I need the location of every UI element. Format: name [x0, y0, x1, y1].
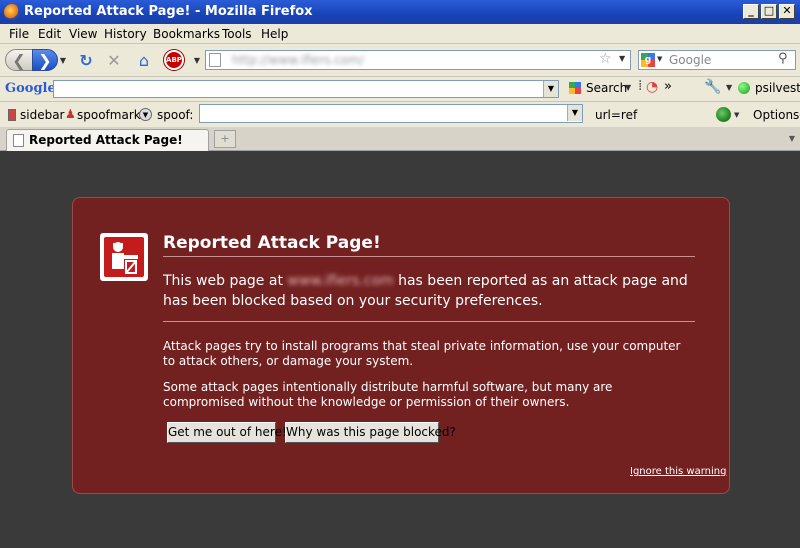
pagerank-icon[interactable]: ◔ — [646, 79, 658, 95]
attack-explanation: Attack pages try to install programs tha… — [163, 339, 681, 368]
message-divider — [163, 321, 695, 322]
urlref-button[interactable]: url=ref — [595, 108, 637, 122]
history-dropdown-icon[interactable]: ▼ — [58, 49, 68, 71]
home-button[interactable]: ⌂ — [133, 49, 155, 71]
menu-edit[interactable]: Edit — [38, 27, 61, 41]
search-dropdown-icon[interactable]: ▼ — [625, 83, 631, 92]
menu-history[interactable]: History — [104, 27, 147, 41]
new-tab-button[interactable]: + — [214, 130, 236, 148]
url-dropdown-icon[interactable]: ▼ — [619, 54, 625, 63]
globe-dropdown-icon[interactable]: ▼ — [734, 111, 739, 119]
spoofmark-button[interactable]: spoofmark — [77, 108, 141, 122]
adblock-button[interactable]: ABP — [163, 49, 185, 71]
spoof-down-icon[interactable]: ▼ — [139, 108, 152, 121]
warning-message: This web page at www.ifiers.com has been… — [163, 271, 703, 311]
reload-button[interactable]: ↻ — [76, 49, 96, 71]
menu-bar: File Edit View History Bookmarks Tools H… — [0, 24, 800, 44]
sidebar-icon — [8, 109, 16, 121]
menu-help[interactable]: Help — [261, 27, 288, 41]
google-search-icon — [569, 82, 581, 94]
back-button[interactable]: ❮ — [5, 49, 33, 71]
globe-icon[interactable] — [716, 107, 731, 122]
abp-dropdown-icon[interactable]: ▼ — [192, 49, 202, 71]
stop-button[interactable]: ✕ — [104, 49, 124, 71]
spoof-input[interactable]: ▼ — [199, 104, 583, 123]
blocked-site-url: www.ifiers.com — [287, 273, 394, 289]
menu-bookmarks[interactable]: Bookmarks — [153, 27, 220, 41]
search-placeholder: Google — [669, 53, 712, 67]
tab-reported-attack[interactable]: Reported Attack Page! — [6, 129, 209, 151]
options-button[interactable]: Options- — [753, 108, 800, 122]
maximize-button[interactable]: □ — [761, 4, 777, 19]
wrench-icon[interactable]: 🔧 — [704, 79, 721, 95]
title-bar: Reported Attack Page! - Mozilla Firefox … — [0, 0, 800, 24]
bookmark-star-icon[interactable]: ☆ — [599, 51, 612, 67]
search-icon[interactable]: ⚲ — [778, 51, 788, 66]
url-bar[interactable]: http://www.ifiers.com/ ☆ ▼ — [205, 50, 631, 70]
google-input-dropdown-icon[interactable]: ▼ — [543, 81, 558, 97]
status-icon — [738, 82, 750, 94]
firefox-icon — [4, 4, 20, 20]
search-bar[interactable]: g ▼ Google ⚲ — [638, 50, 796, 70]
user-account[interactable]: psilvest- — [755, 81, 800, 95]
tab-list-icon[interactable]: ▼ — [785, 130, 799, 148]
more-chevron-icon[interactable]: » — [664, 79, 672, 94]
spoof-input-dropdown-icon[interactable]: ▼ — [567, 105, 582, 121]
spoofmark-icon: ♟ — [65, 107, 76, 121]
menu-file[interactable]: File — [9, 27, 29, 41]
google-logo[interactable]: Google — [5, 81, 56, 96]
attack-warning-icon — [100, 233, 148, 281]
ignore-warning-link[interactable]: Ignore this warning — [630, 466, 726, 477]
abp-icon: ABP — [164, 50, 184, 70]
google-search-input[interactable]: ▼ — [53, 80, 559, 98]
sidebar-button[interactable]: sidebar — [20, 108, 65, 122]
page-icon — [209, 53, 221, 67]
google-engine-icon[interactable]: g — [641, 53, 655, 67]
forward-button[interactable]: ❯ — [32, 49, 58, 71]
get-me-out-button[interactable]: Get me out of here! — [167, 422, 287, 443]
window-title: Reported Attack Page! - Mozilla Firefox — [24, 4, 313, 19]
attack-warning-panel: Reported Attack Page! This web page at w… — [72, 197, 730, 494]
menu-tools[interactable]: Tools — [222, 27, 252, 41]
minimize-button[interactable]: _ — [743, 4, 759, 19]
url-value[interactable]: http://www.ifiers.com/ — [232, 53, 364, 67]
close-button[interactable]: ✕ — [779, 4, 795, 19]
wrench-dropdown-icon[interactable]: ▼ — [726, 83, 732, 92]
engine-dropdown-icon[interactable]: ▼ — [657, 55, 662, 63]
warning-title: Reported Attack Page! — [163, 233, 381, 253]
google-search-button[interactable]: Search — [586, 81, 627, 95]
message-prefix: This web page at — [163, 273, 288, 289]
spoof-label: spoof: — [157, 108, 194, 122]
why-blocked-button[interactable]: Why was this page blocked? — [285, 422, 456, 443]
menu-view[interactable]: View — [69, 27, 97, 41]
tab-title: Reported Attack Page! — [29, 133, 183, 147]
title-divider — [163, 256, 695, 257]
compromise-explanation: Some attack pages intentionally distribu… — [163, 380, 613, 409]
tab-page-icon — [13, 134, 24, 147]
separator-icon: ⁞ — [638, 78, 643, 94]
